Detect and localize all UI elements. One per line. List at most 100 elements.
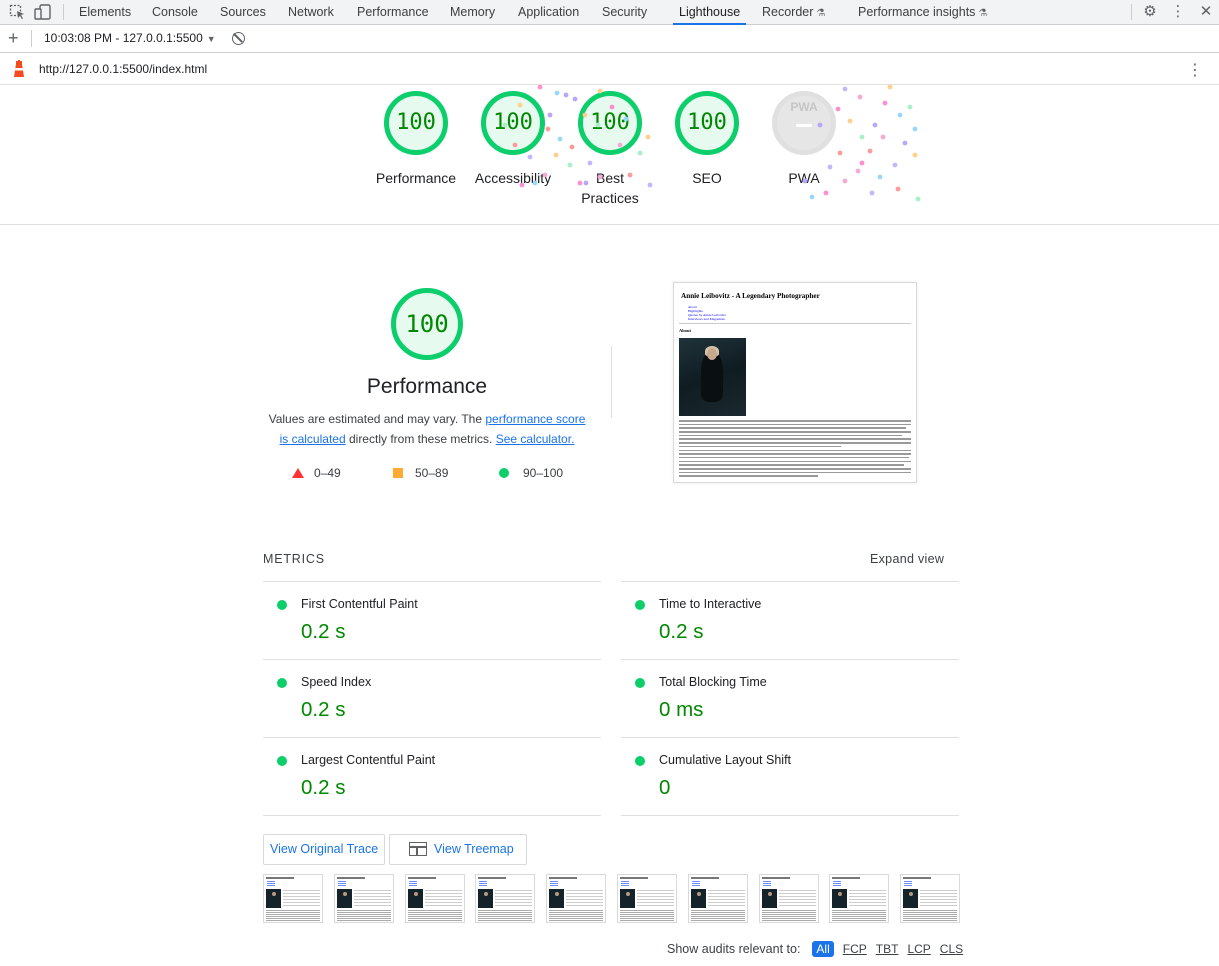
gauge-best-practices[interactable]: 100 Best Practices: [565, 91, 655, 208]
performance-score-gauge: 100: [391, 288, 463, 360]
gauge-performance[interactable]: 100 Performance: [371, 91, 461, 188]
tab-recorder[interactable]: Recorder ⚗: [762, 0, 825, 24]
tab-recorder-label: Recorder: [762, 5, 814, 19]
filmstrip-frame: [263, 874, 323, 923]
more-options-kebab-icon[interactable]: ⋮: [1169, 3, 1187, 21]
frame-ftext2: [778, 890, 816, 907]
devtools-tab-strip: Elements Console Sources Network Perform…: [0, 0, 1219, 25]
frame-fl: [833, 881, 842, 886]
text-line: [679, 434, 902, 437]
frame-ftext2: [849, 890, 887, 907]
confetti-dot: [877, 174, 883, 180]
pass-circle-icon: [277, 600, 287, 610]
text-line: [679, 464, 905, 466]
frame-fl: [479, 881, 488, 886]
frame-ftext2: [353, 890, 391, 907]
expand-view-toggle[interactable]: Expand view: [870, 552, 944, 566]
chevron-down-icon: ▼: [206, 34, 216, 44]
tab-application[interactable]: Application: [518, 0, 579, 24]
metric-total-blocking-time: Total Blocking Time 0 ms: [621, 660, 959, 737]
final-screenshot[interactable]: Annie Leibovitz - A Legendary Photograph…: [673, 282, 917, 483]
metric-cumulative-layout-shift: Cumulative Layout Shift 0: [621, 738, 959, 815]
tab-sources[interactable]: Sources: [220, 0, 266, 24]
confetti-dot: [857, 94, 863, 100]
filter-chip-all[interactable]: All: [812, 941, 834, 957]
filter-chip-tbt[interactable]: TBT: [876, 942, 899, 956]
gauge-label: Best Practices: [565, 168, 655, 208]
frame-ft: [407, 877, 436, 879]
confetti-dot: [912, 152, 918, 158]
tab-console[interactable]: Console: [152, 0, 198, 24]
tab-lighthouse[interactable]: Lighthouse: [672, 0, 747, 25]
tab-memory[interactable]: Memory: [450, 0, 495, 24]
gauge-seo[interactable]: 100 SEO: [662, 91, 752, 188]
frame-ftext: [549, 910, 604, 921]
screenshot-nav-links: About Highlights Quotes by Annie Leibovi…: [688, 305, 726, 321]
view-treemap-label: View Treemap: [434, 842, 514, 856]
audit-filter: Show audits relevant to: All FCP TBT LCP CLS: [667, 941, 963, 957]
metric-first-contentful-paint: First Contentful Paint 0.2 s: [263, 582, 601, 659]
text-line: [679, 420, 911, 422]
text-line: [679, 445, 842, 448]
pwa-badge-icon: PWA: [772, 91, 836, 155]
metrics-header: METRICS: [263, 552, 325, 566]
report-menu-kebab-icon[interactable]: ⋮: [1187, 60, 1203, 80]
legend-fail-label: 0–49: [314, 466, 341, 480]
filter-chip-fcp[interactable]: FCP: [843, 942, 867, 956]
gauge-label-line1: Best: [595, 170, 624, 186]
frame-fl: [904, 881, 913, 886]
confetti-dot: [869, 190, 875, 196]
frame-ftext: [903, 910, 958, 921]
metric-divider: [263, 815, 601, 816]
filter-chip-cls[interactable]: CLS: [940, 942, 963, 956]
inspect-element-icon[interactable]: [9, 4, 27, 20]
gauge-pwa[interactable]: PWA PWA: [759, 91, 849, 188]
view-treemap-button[interactable]: View Treemap: [389, 834, 527, 865]
frame-ft: [266, 877, 294, 879]
frame-fp: [478, 889, 494, 908]
frame-ft: [690, 877, 719, 879]
metric-label: First Contentful Paint: [301, 597, 418, 611]
text-line: [679, 423, 911, 426]
frame-ftext2: [920, 890, 958, 907]
gauge-accessibility[interactable]: 100 Accessibility: [468, 91, 558, 188]
clear-all-block-icon[interactable]: [232, 32, 245, 45]
metric-label: Time to Interactive: [659, 597, 762, 611]
tab-security[interactable]: Security: [602, 0, 647, 24]
screenshot-page-title: Annie Leibovitz - A Legendary Photograph…: [681, 292, 820, 300]
frame-fl: [337, 881, 346, 886]
frame-ftext2: [424, 890, 462, 907]
see-calculator-link[interactable]: See calculator.: [496, 432, 575, 446]
device-toolbar-icon[interactable]: [34, 4, 52, 20]
frame-ftext2: [566, 890, 604, 907]
confetti-dot: [823, 190, 829, 196]
section-divider: [611, 346, 612, 418]
lighthouse-toolbar: + 10:03:08 PM - 127.0.0.1:5500 ▼: [0, 25, 1219, 53]
close-devtools-icon[interactable]: ✕: [1197, 3, 1215, 21]
confetti-dot: [892, 162, 898, 168]
frame-ft: [832, 877, 861, 879]
tab-performance-insights[interactable]: Performance insights ⚗: [858, 0, 987, 24]
filter-chip-lcp[interactable]: LCP: [907, 942, 930, 956]
metric-largest-contentful-paint: Largest Contentful Paint 0.2 s: [263, 738, 601, 815]
report-selector-dropdown[interactable]: 10:03:08 PM - 127.0.0.1:5500 ▼: [44, 31, 216, 45]
pass-circle-icon: [277, 678, 287, 688]
screenshot-rule: [679, 323, 911, 324]
tab-elements[interactable]: Elements: [79, 0, 131, 24]
tab-network[interactable]: Network: [288, 0, 334, 24]
frame-fl: [691, 881, 700, 886]
performance-score-link-text2: is calculated: [279, 432, 346, 446]
desc-text-middle: directly from these metrics.: [345, 432, 496, 446]
filmstrip-frame: [687, 874, 748, 923]
settings-gear-icon[interactable]: ⚙: [1141, 3, 1159, 21]
tab-performance[interactable]: Performance: [357, 0, 429, 24]
confetti-dot: [887, 85, 893, 90]
new-report-plus-icon[interactable]: +: [8, 29, 19, 47]
frame-fl: [267, 881, 275, 886]
filmstrip-frame: [758, 874, 819, 923]
frame-fp: [549, 889, 565, 908]
view-original-trace-button[interactable]: View Original Trace: [263, 834, 386, 865]
legend-fail: 0–49: [292, 466, 341, 480]
report-url-bar: http://127.0.0.1:5500/index.html ⋮: [0, 54, 1219, 85]
frame-ftext: [761, 910, 816, 921]
